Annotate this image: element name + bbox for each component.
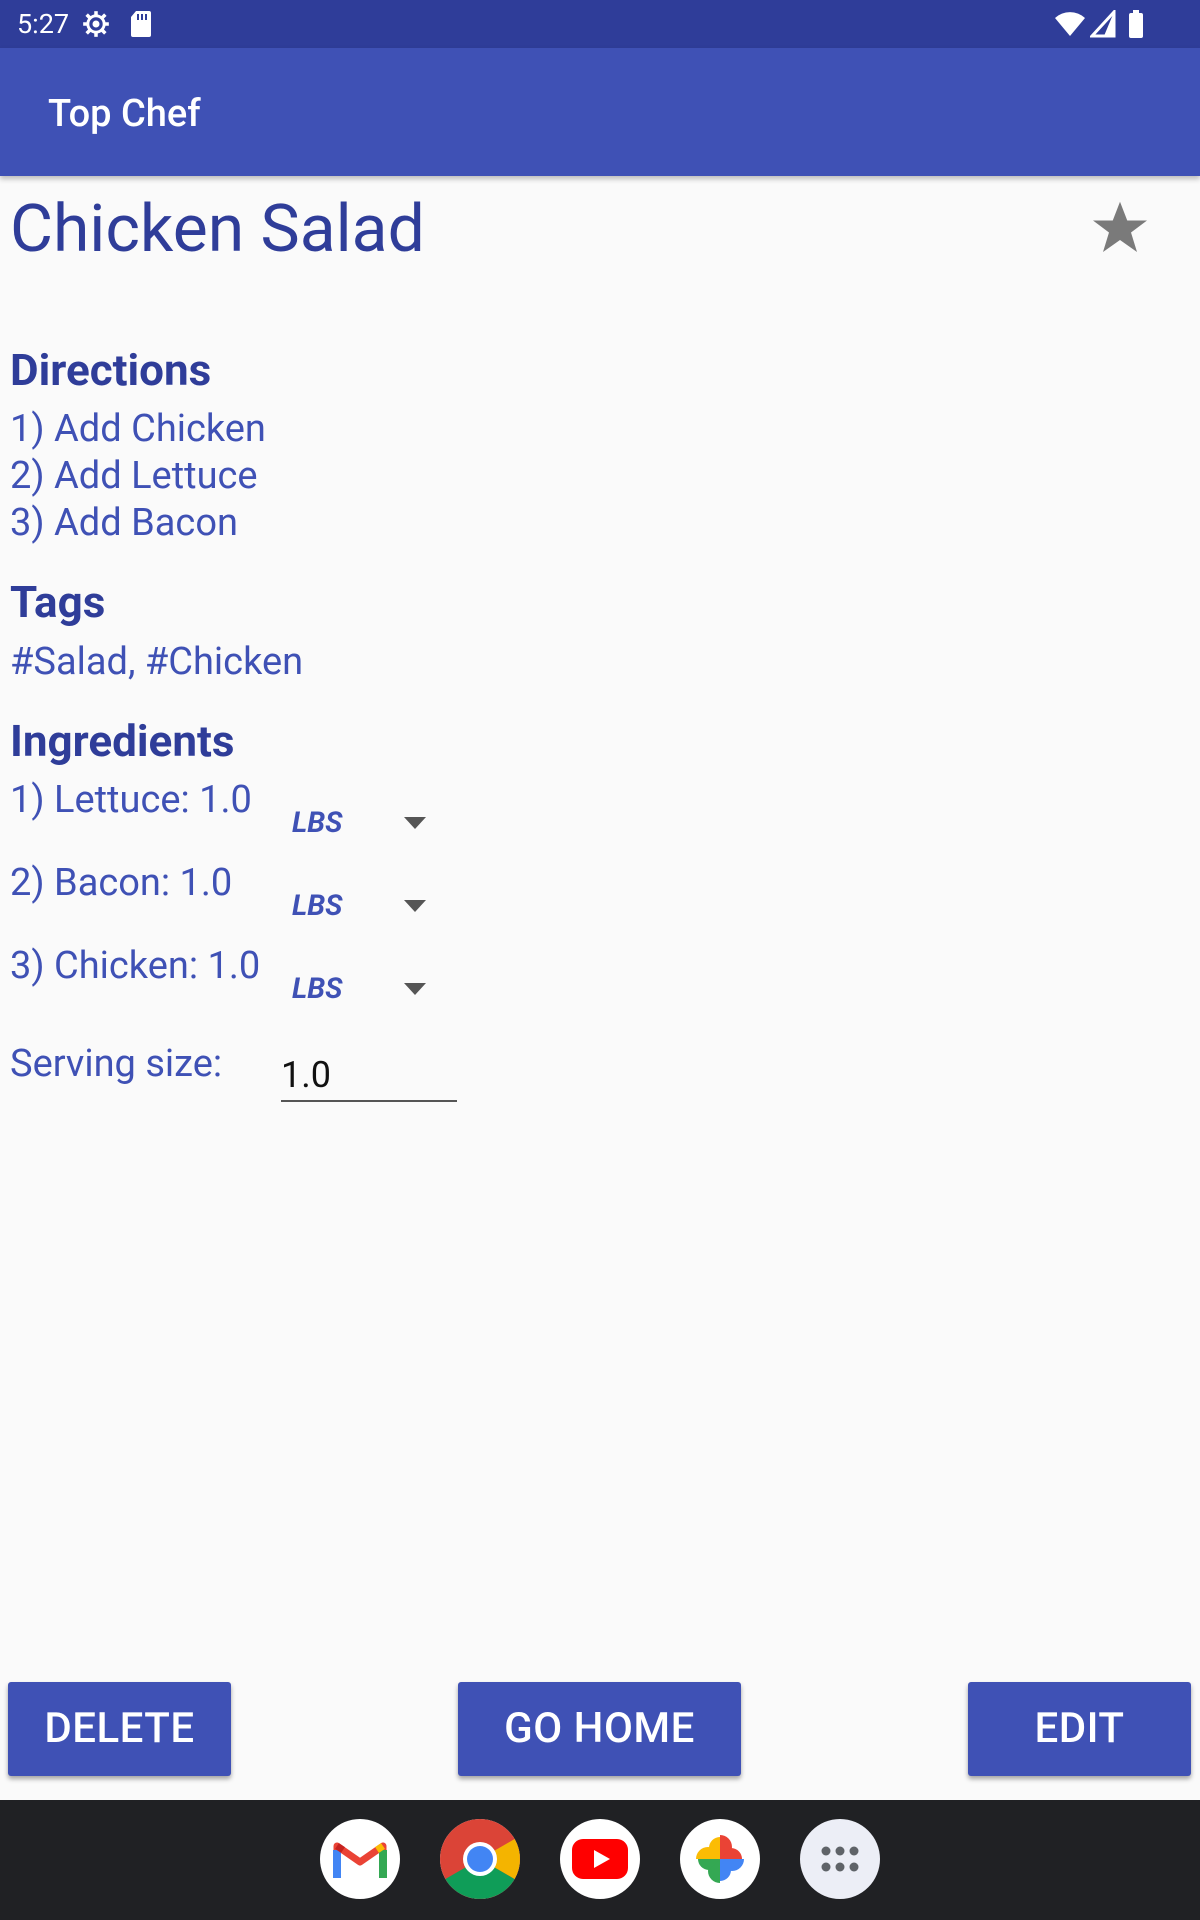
serving-size-input[interactable]: 1.0 [281,1050,457,1102]
dropdown-arrow-icon [404,983,426,995]
battery-icon [1129,10,1143,38]
settings-icon [83,11,109,37]
delete-button[interactable]: DELETE [8,1682,231,1776]
app-title: Top Chef [48,92,201,136]
wifi-icon [1055,12,1085,37]
youtube-icon[interactable] [560,1819,640,1899]
sd-card-icon [131,11,151,37]
direction-item: 1) Add Chicken [10,407,266,451]
direction-item: 2) Add Lettuce [10,454,258,498]
direction-item: 3) Add Bacon [10,501,238,545]
tags-heading: Tags [10,576,106,628]
ingredient-text: 3) Chicken: 1.0 [10,944,261,988]
edit-button[interactable]: EDIT [968,1682,1191,1776]
ingredient-text: 2) Bacon: 1.0 [10,861,233,905]
chrome-icon[interactable] [440,1819,520,1899]
star-icon[interactable] [1090,198,1150,258]
ingredients-heading: Ingredients [10,715,235,767]
unit-value: LBS [292,972,343,1006]
cell-signal-icon [1090,10,1116,38]
photos-icon[interactable] [680,1819,760,1899]
dropdown-arrow-icon [404,900,426,912]
dropdown-arrow-icon [404,817,426,829]
go-home-button[interactable]: GO HOME [458,1682,741,1776]
tags-text: #Salad, #Chicken [10,640,304,684]
directions-heading: Directions [10,344,212,396]
app-drawer-icon[interactable] [800,1819,880,1899]
serving-size-label: Serving size: [10,1042,223,1086]
recipe-title: Chicken Salad [10,191,425,268]
gmail-icon[interactable] [320,1819,400,1899]
app-bar: Top Chef [0,48,1200,176]
status-time: 5:27 [17,8,70,40]
unit-value: LBS [292,889,343,923]
status-bar: 5:27 [0,0,1200,48]
unit-value: LBS [292,806,343,840]
ingredient-text: 1) Lettuce: 1.0 [10,778,252,822]
